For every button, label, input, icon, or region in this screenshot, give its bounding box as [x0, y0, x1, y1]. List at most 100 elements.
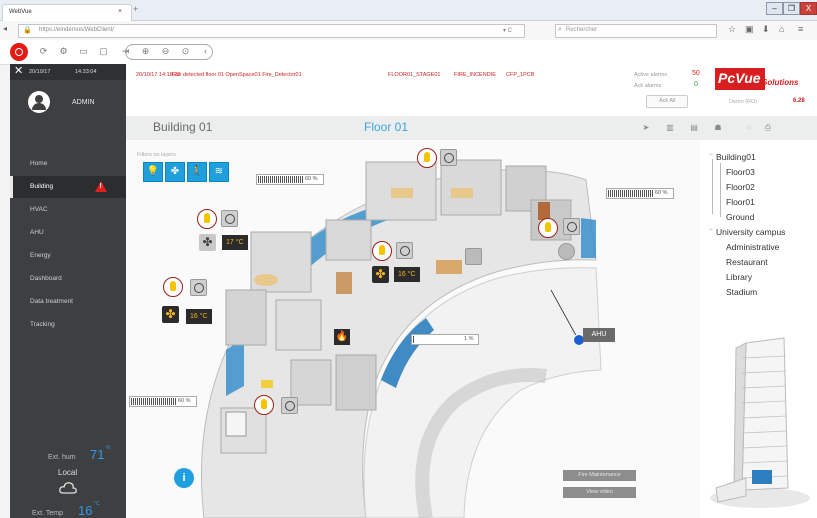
new-tab-button[interactable]: + [133, 4, 138, 14]
sidebar-item-ahu[interactable]: AHU [10, 222, 126, 244]
zoom-out-icon[interactable]: ⊖ [160, 46, 171, 57]
fire-maintenance-button[interactable]: Fire Maintenance [563, 470, 636, 481]
fire-alarm-icon[interactable]: 🔥 [334, 329, 350, 345]
alarm-location: FLOOR01_STAGE01 [388, 72, 441, 78]
schedule-clock-icon[interactable] [396, 242, 413, 259]
home-icon[interactable]: ⌂ [779, 24, 784, 34]
tree-node-floor02[interactable]: Floor02 [726, 182, 755, 192]
tree-node-administrative[interactable]: Administrative [726, 242, 779, 252]
close-icon[interactable]: ✕ [14, 66, 23, 77]
pcvue-logo: PcVue [715, 68, 765, 90]
back-icon[interactable]: ◂ [3, 24, 7, 33]
layer-wifi-button[interactable]: ≋ [209, 162, 229, 182]
layer-hvac-button[interactable]: ✤ [165, 162, 185, 182]
url-field[interactable]: 🔒 https://eindemos/WebClient/ ▾ C [18, 24, 525, 38]
blind-level-bar[interactable]: 1 % [411, 334, 479, 345]
schedule-clock-icon[interactable] [440, 149, 457, 166]
menu-icon[interactable]: ≡ [798, 24, 803, 34]
light-bulb-icon[interactable] [254, 395, 274, 415]
sensor-icon[interactable] [558, 243, 575, 260]
fan-icon[interactable]: ✤ [199, 234, 216, 251]
network-icon[interactable]: ☗ [713, 123, 723, 133]
phone-icon[interactable] [465, 248, 482, 265]
window-icon[interactable]: ▭ [78, 46, 89, 57]
url-text: https://eindemos/WebClient/ [39, 27, 114, 33]
view-header: Building 01 Floor 01 ➤ ▥ ▤ ☗ ◌ ⎙ [126, 116, 817, 141]
zoom-in-icon[interactable]: ⊕ [140, 46, 151, 57]
light-bulb-icon[interactable] [163, 277, 183, 297]
pin-icon[interactable]: ➤ [641, 123, 651, 133]
tree-node-university-campus[interactable]: University campus [716, 227, 785, 237]
tab-close-icon[interactable]: × [118, 8, 122, 15]
browser-search-input[interactable]: ⌕ Rechercher [555, 24, 717, 38]
tree-node-floor01[interactable]: Floor01 [726, 197, 755, 207]
schedule-clock-icon[interactable] [563, 218, 580, 235]
schedule-clock-icon[interactable] [221, 210, 238, 227]
maximize-button[interactable]: ❐ [783, 2, 800, 15]
layer-access-button[interactable]: 🚶 [187, 162, 207, 182]
pcvue-logo-icon[interactable] [10, 43, 28, 61]
star-icon[interactable]: ☆ [728, 24, 736, 35]
alarm-type: FIRE_INCENDIE [454, 72, 496, 78]
close-window-button[interactable]: X [800, 2, 817, 15]
blind-level-bar[interactable]: 60 % [256, 174, 324, 185]
tree-node-stadium[interactable]: Stadium [726, 287, 757, 297]
settings-icon[interactable]: ⚙ [58, 46, 69, 57]
ahu-label[interactable]: AHU [583, 328, 615, 342]
blind-level-bar[interactable]: 60 % [129, 396, 197, 407]
browser-tab[interactable]: WebVue × [2, 4, 132, 21]
floor-plan: Filters on layers 💡 ✤ 🚶 ≋ 60 % 60 % 1 % … [126, 140, 700, 518]
clipboard-icon[interactable]: ▣ [745, 24, 754, 35]
download-icon[interactable]: ⬇ [762, 24, 770, 35]
light-bulb-icon[interactable] [538, 218, 558, 238]
fan-icon[interactable]: ✤ [162, 306, 179, 323]
light-bulb-icon[interactable] [197, 209, 217, 229]
refresh-icon[interactable]: ⟳ [38, 46, 49, 57]
ext-temp-label: Ext. Temp [32, 510, 63, 517]
search-icon: ⌕ [558, 26, 562, 33]
lightbulb-icon: 💡 [146, 166, 160, 177]
sidebar-item-building[interactable]: Building ! [10, 176, 129, 198]
sidebar-item-dashboard[interactable]: Dashboard [10, 268, 126, 290]
sidebar-item-hvac[interactable]: HVAC [10, 199, 126, 221]
export-icon[interactable]: ⇥ [120, 46, 131, 57]
fan-icon: ✤ [170, 166, 180, 177]
view-video-button[interactable]: View video [563, 487, 636, 498]
tree-node-restaurant[interactable]: Restaurant [726, 257, 768, 267]
light-bulb-icon[interactable] [417, 148, 437, 168]
building-tower-image[interactable] [706, 318, 814, 513]
sidebar-item-data-treatment[interactable]: Data treatment [10, 291, 126, 313]
minimize-button[interactable]: – [766, 2, 783, 15]
collapse-icon[interactable]: − [709, 152, 713, 158]
local-label: Local [58, 468, 78, 477]
document-icon[interactable]: ▤ [689, 123, 699, 133]
tree-node-building01[interactable]: Building01 [716, 152, 756, 162]
schedule-clock-icon[interactable] [281, 397, 298, 414]
info-button[interactable]: i [174, 468, 194, 488]
ack-alarms-label: Ack alarms [634, 83, 662, 89]
avatar[interactable] [28, 91, 50, 113]
zoom-fit-icon[interactable]: ⊙ [180, 46, 191, 57]
sidebar-item-tracking[interactable]: Tracking [10, 314, 126, 336]
fan-icon[interactable]: ✤ [372, 266, 389, 283]
alarm-banner: 20/10/17 14:18:22 Fire detected floor 01… [126, 64, 817, 116]
schedule-clock-icon[interactable] [190, 279, 207, 296]
tree-node-floor03[interactable]: Floor03 [726, 167, 755, 177]
sidebar-item-home[interactable]: Home [10, 153, 126, 175]
tree-node-ground[interactable]: Ground [726, 212, 754, 222]
reload-icon[interactable]: ▾ C [503, 27, 512, 34]
alarm-message[interactable]: Fire detected floor 01 OpenSpace01 Fire_… [172, 72, 302, 78]
ack-all-button[interactable]: Ack All [646, 95, 688, 108]
blind-level-bar[interactable]: 60 % [606, 188, 674, 199]
chevron-left-icon[interactable]: ‹ [200, 46, 211, 57]
sidebar-item-energy[interactable]: Energy [10, 245, 126, 267]
layer-light-button[interactable]: 💡 [143, 162, 163, 182]
chat-icon[interactable]: ◌ [744, 123, 754, 133]
light-bulb-icon[interactable] [372, 241, 392, 261]
tree-node-library[interactable]: Library [726, 272, 752, 282]
person-icon: 🚶 [190, 166, 204, 177]
print-icon[interactable]: ⎙ [763, 123, 773, 133]
collapse-icon[interactable]: − [709, 227, 713, 233]
comment-icon[interactable]: ▢ [98, 46, 109, 57]
chart-icon[interactable]: ▥ [665, 123, 675, 133]
